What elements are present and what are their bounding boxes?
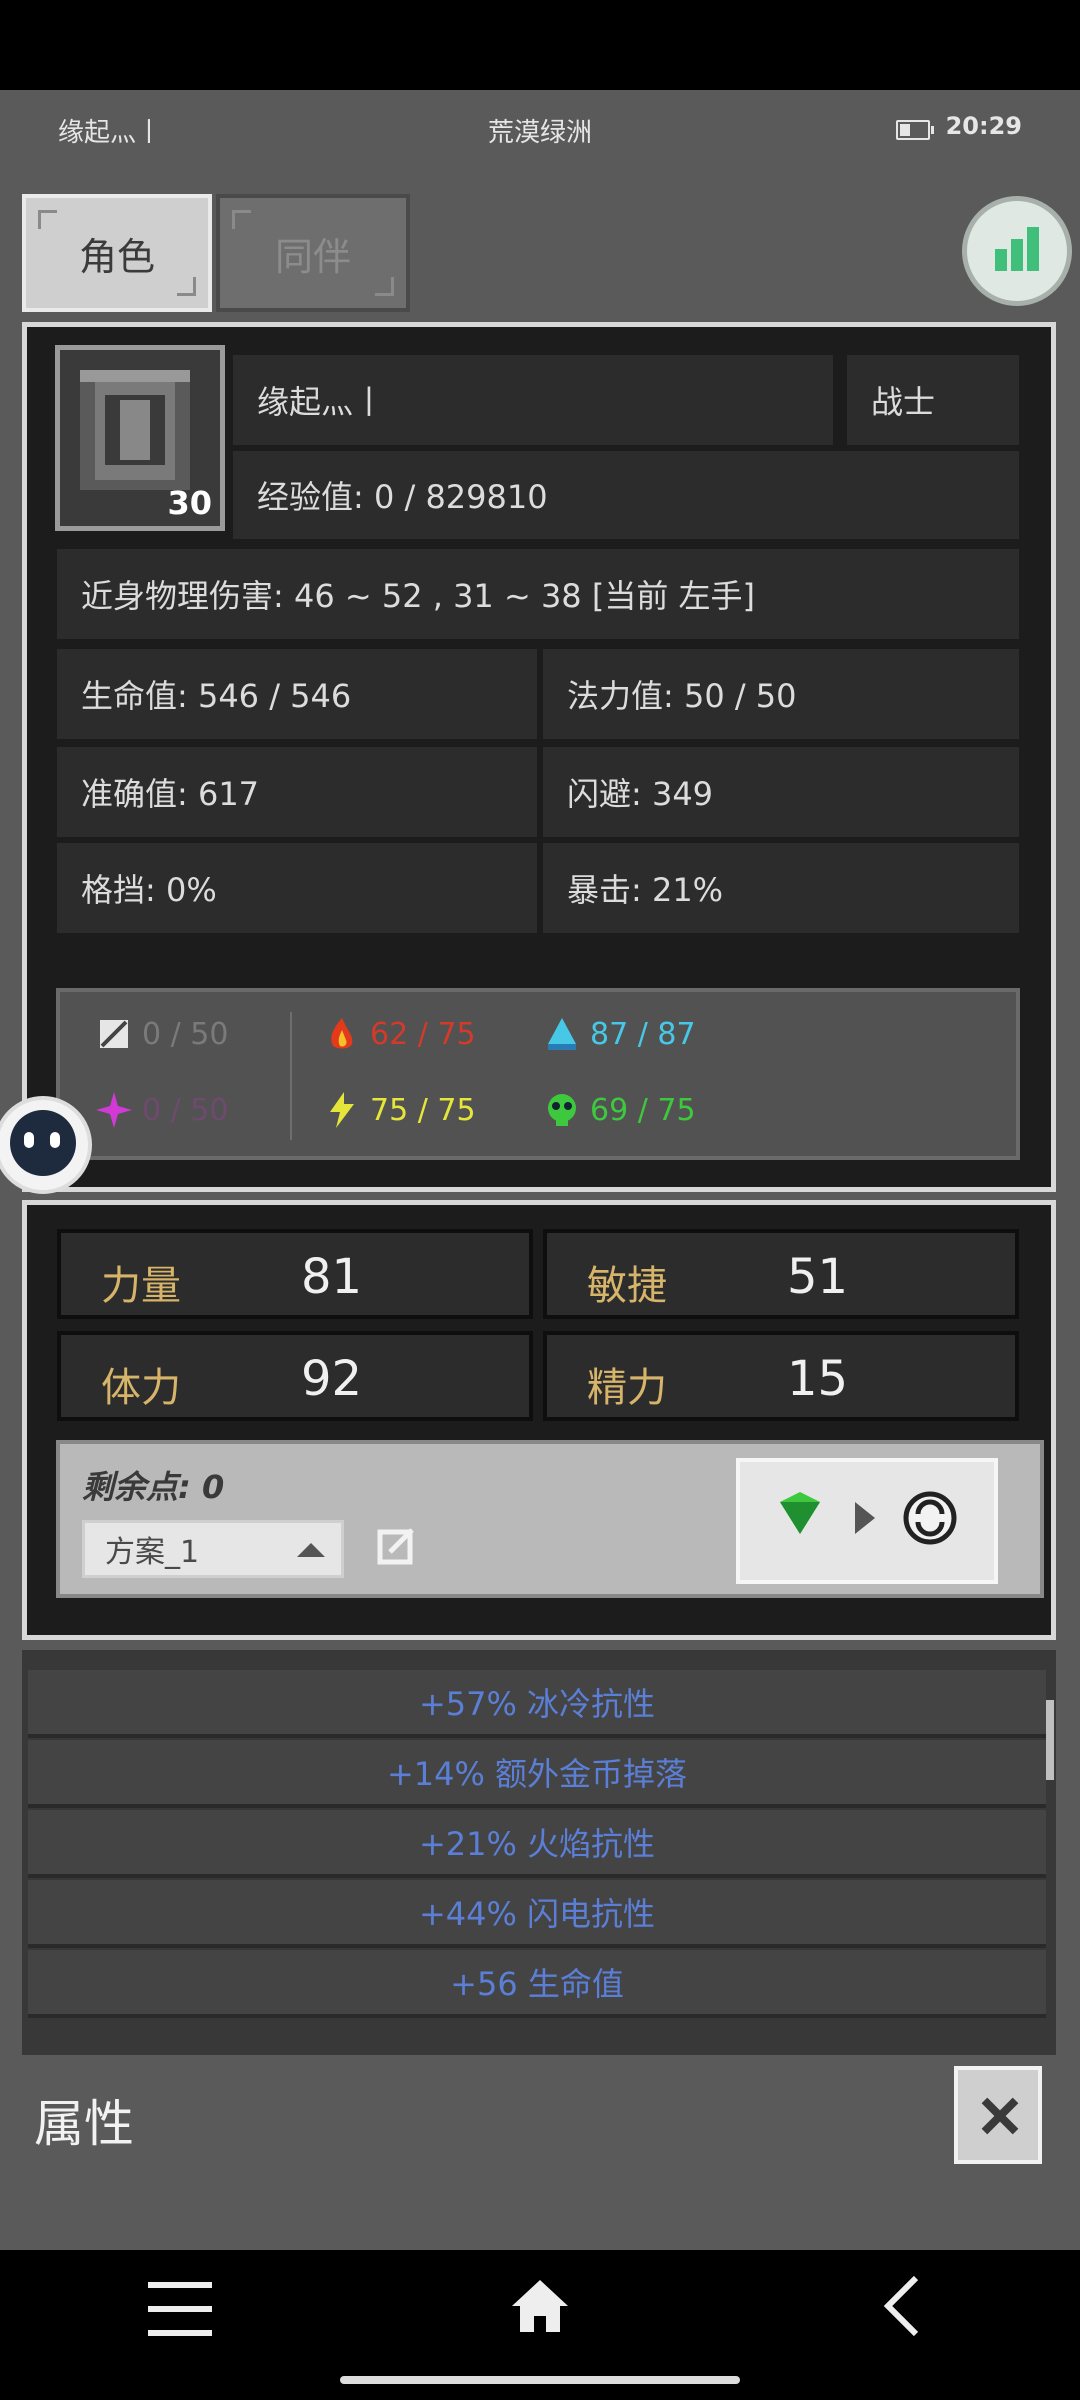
resist-cold-value: 87 / 87 xyxy=(590,1016,696,1052)
list-item-text: +14% 额外金币掉落 xyxy=(386,1755,688,1793)
physical-resist-icon xyxy=(100,1020,128,1048)
hp-text: 生命值: 546 / 546 xyxy=(57,649,537,739)
fire-resist-icon xyxy=(331,1018,353,1049)
attr-strength-value: 81 xyxy=(301,1249,363,1305)
remaining-points: 剩余点: 0 xyxy=(82,1468,225,1506)
chart-bar-icon xyxy=(995,249,1007,271)
chart-bar-icon xyxy=(1011,239,1023,271)
list-item-text: +21% 火焰抗性 xyxy=(418,1825,656,1863)
resist-magic: 0 / 50 xyxy=(94,1090,228,1130)
status-bar: 缘起灬丨 荒漠绿洲 20:29 xyxy=(0,90,1080,170)
convert-gem-button[interactable] xyxy=(736,1458,998,1584)
menu-icon[interactable] xyxy=(148,2282,212,2338)
attr-agility-value: 51 xyxy=(787,1249,849,1305)
poison-resist-icon xyxy=(548,1094,576,1126)
experience-text: 经验值: 0 / 829810 xyxy=(233,451,1019,539)
list-item: +14% 额外金币掉落 xyxy=(28,1740,1046,1808)
dropdown-arrow-icon xyxy=(297,1543,325,1557)
attr-energy-label: 精力 xyxy=(587,1365,667,1411)
list-item: +56 生命值 xyxy=(28,1950,1046,2018)
assistant-face-icon xyxy=(10,1110,76,1176)
tab-companion[interactable]: 同伴 xyxy=(216,194,410,312)
attr-vitality: 体力 92 xyxy=(57,1331,533,1421)
resistance-box: 0 / 50 62 / 75 87 / 87 0 / 50 75 / 75 69… xyxy=(56,988,1020,1160)
attr-vitality-value: 92 xyxy=(301,1351,363,1407)
battery-icon xyxy=(896,120,934,140)
lightning-resist-icon xyxy=(330,1092,354,1128)
list-item: +57% 冰冷抗性 xyxy=(28,1670,1046,1738)
edit-scheme-icon[interactable] xyxy=(376,1526,416,1566)
gem-convert-icon xyxy=(780,1491,957,1545)
scheme-select-value: 方案_1 xyxy=(105,1535,200,1570)
accuracy-text: 准确值: 617 xyxy=(57,747,537,837)
back-icon[interactable] xyxy=(882,2274,922,2338)
resist-lightning: 75 / 75 xyxy=(322,1090,476,1130)
gesture-bar[interactable] xyxy=(340,2376,740,2384)
attr-vitality-label: 体力 xyxy=(101,1365,181,1411)
points-box: 剩余点: 0 方案_1 xyxy=(56,1440,1044,1598)
tab-companion-label: 同伴 xyxy=(274,234,351,279)
character-class: 战士 xyxy=(847,355,1019,445)
list-item-text: +57% 冰冷抗性 xyxy=(418,1685,656,1723)
resist-magic-value: 0 / 50 xyxy=(142,1092,229,1128)
resist-fire: 62 / 75 xyxy=(322,1014,476,1054)
attr-strength: 力量 81 xyxy=(57,1229,533,1319)
resist-physical: 0 / 50 xyxy=(94,1014,228,1054)
resist-poison: 69 / 75 xyxy=(542,1090,696,1130)
cold-resist-icon xyxy=(548,1018,576,1050)
game-screen: 缘起灬丨 荒漠绿洲 20:29 角色 同伴 30 缘起灬丨 战士 经验值: 0 … xyxy=(0,90,1080,2250)
system-nav-bar xyxy=(0,2250,1080,2400)
resist-fire-value: 62 / 75 xyxy=(370,1016,476,1052)
attr-energy-value: 15 xyxy=(787,1351,849,1407)
chart-bar-icon xyxy=(1027,227,1039,271)
block-text: 格挡: 0% xyxy=(57,843,537,933)
attr-energy: 精力 15 xyxy=(543,1331,1019,1421)
attr-agility: 敏捷 51 xyxy=(543,1229,1019,1319)
stats-chart-button[interactable] xyxy=(962,196,1072,306)
magic-resist-icon xyxy=(96,1092,132,1128)
character-name: 缘起灬丨 xyxy=(233,355,833,445)
attr-agility-label: 敏捷 xyxy=(587,1263,667,1309)
attr-strength-label: 力量 xyxy=(101,1263,181,1309)
resist-poison-value: 69 / 75 xyxy=(590,1092,696,1128)
resist-cold: 87 / 87 xyxy=(542,1014,696,1054)
close-button[interactable] xyxy=(954,2066,1042,2164)
melee-damage-text: 近身物理伤害: 46 ~ 52 , 31 ~ 38 [当前 左手] xyxy=(57,549,1019,639)
dodge-text: 闪避: 349 xyxy=(543,747,1019,837)
crit-text: 暴击: 21% xyxy=(543,843,1019,933)
home-icon[interactable] xyxy=(508,2274,572,2338)
level-badge: 30 xyxy=(167,484,212,522)
list-item: +44% 闪电抗性 xyxy=(28,1880,1046,1948)
panel-title: 属性 xyxy=(34,2095,134,2153)
list-item: +21% 火焰抗性 xyxy=(28,1810,1046,1878)
list-item-text: +56 生命值 xyxy=(450,1965,624,2003)
list-scrollbar[interactable] xyxy=(1046,1700,1054,1780)
bonus-list: +57% 冰冷抗性 +14% 额外金币掉落 +21% 火焰抗性 +44% 闪电抗… xyxy=(22,1650,1056,2055)
tab-character-label: 角色 xyxy=(78,234,155,279)
scheme-select[interactable]: 方案_1 xyxy=(82,1520,344,1578)
resist-physical-value: 0 / 50 xyxy=(142,1016,229,1052)
list-item-text: +44% 闪电抗性 xyxy=(418,1895,656,1933)
clock: 20:29 xyxy=(945,112,1022,140)
mp-text: 法力值: 50 / 50 xyxy=(543,649,1019,739)
tab-character[interactable]: 角色 xyxy=(22,194,212,312)
character-portrait: 30 xyxy=(55,345,225,531)
resist-lightning-value: 75 / 75 xyxy=(370,1092,476,1128)
